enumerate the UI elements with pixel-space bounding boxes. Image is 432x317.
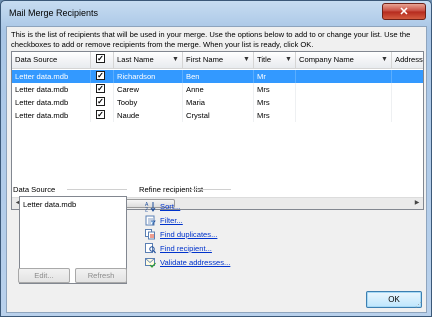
close-icon: ✕ <box>399 6 409 18</box>
instructions-text: This is the list of recipients that will… <box>11 30 411 49</box>
include-checkbox[interactable]: ✓ <box>96 84 105 93</box>
chevron-down-icon[interactable]: ▼ <box>242 55 251 65</box>
ok-button[interactable]: OK <box>366 291 422 308</box>
edit-button[interactable]: Edit... <box>18 268 70 283</box>
cell-title: Mrs <box>254 109 296 122</box>
cell-company-name <box>296 83 392 96</box>
cell-first-name: Ben <box>183 70 254 83</box>
table-row[interactable]: Letter data.mdb ✓ Carew Anne Mrs <box>12 83 423 96</box>
include-checkbox[interactable]: ✓ <box>96 110 105 119</box>
column-header-first-name[interactable]: First Name ▼ <box>183 52 254 69</box>
cell-company-name <box>296 96 392 109</box>
column-header-last-name[interactable]: Last Name ▼ <box>114 52 183 69</box>
filter-icon <box>145 215 156 226</box>
cell-data-source: Letter data.mdb <box>12 83 91 96</box>
list-item[interactable]: Letter data.mdb <box>23 200 76 209</box>
cell-first-name: Maria <box>183 96 254 109</box>
validate-addresses-icon <box>145 258 156 268</box>
cell-include: ✓ <box>91 83 114 96</box>
find-recipient-icon <box>145 243 156 254</box>
title-bar[interactable]: Mail Merge Recipients ✕ <box>1 1 431 25</box>
cell-include: ✓ <box>91 96 114 109</box>
table-row[interactable]: Letter data.mdb ✓ Richardson Ben Mr <box>12 70 423 83</box>
cell-first-name: Anne <box>183 83 254 96</box>
column-header-select-all[interactable]: ✓ <box>91 52 114 69</box>
cell-last-name: Richardson <box>114 70 183 83</box>
table-row[interactable]: Letter data.mdb ✓ Tooby Maria Mrs <box>12 96 423 109</box>
cell-last-name: Tooby <box>114 96 183 109</box>
chevron-down-icon[interactable]: ▼ <box>171 55 180 65</box>
cell-company-name <box>296 109 392 122</box>
select-all-checkbox[interactable]: ✓ <box>96 54 105 63</box>
cell-title: Mrs <box>254 83 296 96</box>
include-checkbox[interactable]: ✓ <box>96 97 105 106</box>
dialog-title: Mail Merge Recipients <box>9 8 99 18</box>
grid-header: Data Source ✓ Last Name ▼ First Name ▼ T… <box>12 52 423 69</box>
cell-include: ✓ <box>91 70 114 83</box>
resize-grip-icon[interactable]: ⋰ <box>415 301 425 311</box>
sort-icon: A Z <box>145 202 156 213</box>
cell-first-name: Crystal <box>183 109 254 122</box>
cell-include: ✓ <box>91 109 114 122</box>
find-duplicates-icon <box>145 229 155 240</box>
svg-text:Z: Z <box>145 208 148 213</box>
include-checkbox[interactable]: ✓ <box>96 71 105 80</box>
data-source-group-label: Data Source <box>13 185 56 194</box>
mail-merge-recipients-dialog: Mail Merge Recipients ✕ This is the list… <box>0 0 432 317</box>
cell-last-name: Naude <box>114 109 183 122</box>
recipients-grid[interactable]: Data Source ✓ Last Name ▼ First Name ▼ T… <box>11 51 424 210</box>
chevron-down-icon[interactable]: ▼ <box>380 55 389 65</box>
divider <box>189 189 231 190</box>
dialog-body: This is the list of recipients that will… <box>6 26 427 313</box>
cell-title: Mrs <box>254 96 296 109</box>
refresh-button[interactable]: Refresh <box>75 268 127 283</box>
cell-data-source: Letter data.mdb <box>12 109 91 122</box>
cell-data-source: Letter data.mdb <box>12 96 91 109</box>
scroll-right-icon[interactable]: ▶ <box>411 198 423 209</box>
column-header-title[interactable]: Title ▼ <box>254 52 296 69</box>
column-header-company-name[interactable]: Company Name ▼ <box>296 52 392 69</box>
table-row[interactable]: Letter data.mdb ✓ Naude Crystal Mrs <box>12 109 423 122</box>
cell-data-source: Letter data.mdb <box>12 70 91 83</box>
chevron-down-icon[interactable]: ▼ <box>284 55 293 65</box>
column-header-data-source[interactable]: Data Source <box>12 52 91 69</box>
close-button[interactable]: ✕ <box>382 3 426 20</box>
cell-last-name: Carew <box>114 83 183 96</box>
divider <box>67 189 127 190</box>
column-header-address[interactable]: Address <box>392 52 423 69</box>
cell-company-name <box>296 70 392 83</box>
cell-title: Mr <box>254 70 296 83</box>
